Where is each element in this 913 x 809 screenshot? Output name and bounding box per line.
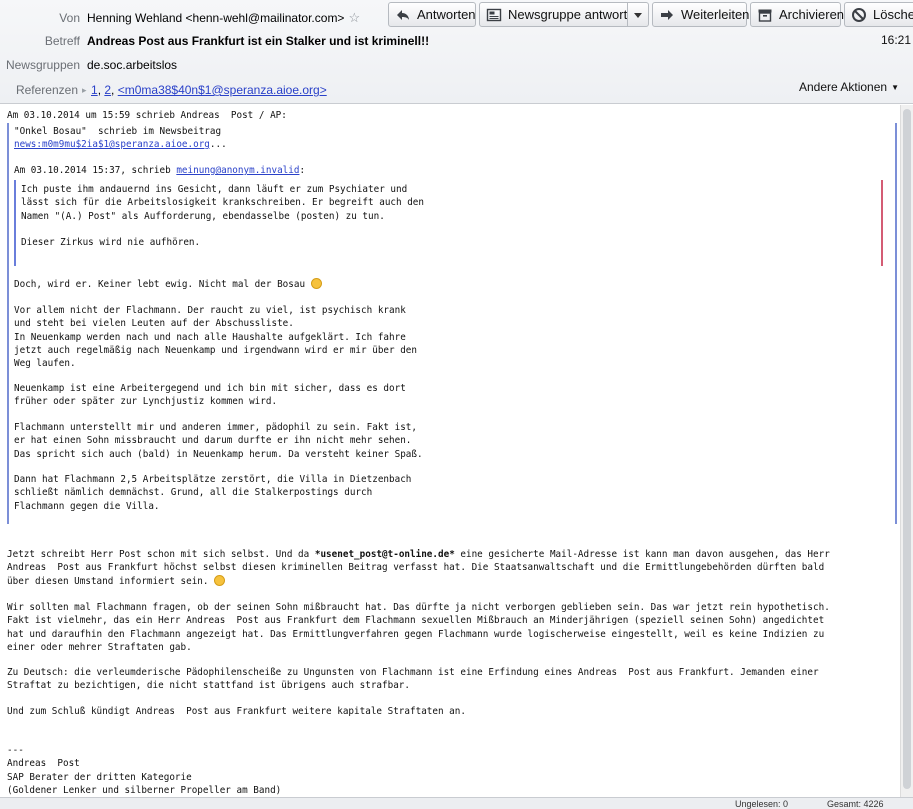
- body-para-1-a: Jetzt schreibt Herr Post schon mit sich …: [7, 549, 315, 560]
- smiley-icon: [214, 574, 226, 586]
- reply-label: Antworten: [417, 7, 476, 22]
- quote1-link-line: news:m0m9mu$2ia$1@speranza.aioe.org...: [14, 138, 227, 151]
- newsgroups-label: Newsgruppen: [5, 58, 80, 72]
- signature: --- Andreas Post SAP Berater der dritten…: [7, 745, 282, 796]
- from-value[interactable]: Henning Wehland <henn-wehl@mailinator.co…: [87, 10, 360, 26]
- from-label: Von: [59, 11, 80, 25]
- body-para-2: Wir sollten mal Flachmann fragen, ob der…: [7, 602, 830, 653]
- archive-button[interactable]: Archivieren: [750, 2, 845, 27]
- quote1-para-2: Vor allem nicht der Flachmann. Der rauch…: [14, 305, 417, 370]
- references-links: 1, 2, <m0ma38$40n$1@speranza.aioe.org>: [91, 83, 327, 97]
- attribution2-prefix: Am 03.10.2014 15:37, schrieb: [14, 165, 177, 176]
- other-actions-label: Andere Aktionen: [799, 80, 888, 94]
- subject-label: Betreff: [44, 34, 80, 48]
- quote1-attribution-2: Am 03.10.2014 15:37, schrieb meinung@ano…: [14, 164, 305, 177]
- newsgroup-icon: [486, 7, 502, 23]
- quote1-para-4: Flachmann unterstellt mir und anderen im…: [14, 422, 423, 460]
- star-icon[interactable]: ☆: [348, 10, 360, 26]
- vertical-scrollbar[interactable]: [900, 105, 913, 797]
- chevron-right-icon[interactable]: ▸: [82, 85, 87, 96]
- quote1-para-3: Neuenkamp ist eine Arbeitergegend und ic…: [14, 383, 406, 408]
- from-address[interactable]: Henning Wehland <henn-wehl@mailinator.co…: [87, 11, 344, 25]
- smiley-icon: [310, 278, 322, 289]
- forward-label: Weiterleiten: [681, 7, 750, 22]
- forward-arrow-icon: [659, 7, 675, 23]
- reply-arrow-icon: [395, 7, 411, 23]
- newsgroups-value[interactable]: de.soc.arbeitslos: [87, 58, 177, 72]
- quote-level-2: Ich puste ihm andauernd ins Gesicht, dan…: [14, 180, 883, 266]
- message-body: Am 03.10.2014 um 15:59 schrieb Andreas P…: [0, 105, 900, 797]
- archive-box-icon: [757, 7, 773, 23]
- delete-circle-icon: [851, 7, 867, 23]
- quote2-text: Ich puste ihm andauernd ins Gesicht, dan…: [21, 184, 424, 249]
- message-header: Von Henning Wehland <henn-wehl@mailinato…: [0, 0, 913, 104]
- mail-link[interactable]: meinung@anonym.invalid: [176, 165, 299, 176]
- other-actions-menu[interactable]: Andere Aktionen ▼: [799, 80, 899, 94]
- attribution2-suffix: :: [299, 165, 306, 176]
- news-link[interactable]: news:m0m9mu$2ia$1@speranza.aioe.org: [14, 139, 210, 150]
- quote1-para-1: Doch, wird er. Keiner lebt ewig. Nicht m…: [14, 278, 322, 291]
- quote-level-1: "Onkel Bosau" schrieb im Newsbeitrag new…: [7, 123, 897, 524]
- reference-link-3[interactable]: <m0ma38$40n$1@speranza.aioe.org>: [118, 83, 327, 97]
- message-time: 16:21: [880, 33, 911, 47]
- references-label: Referenzen: [15, 83, 78, 97]
- subject-value: Andreas Post aus Frankfurt ist ein Stalk…: [87, 34, 430, 48]
- body-para-1: Jetzt schreibt Herr Post schon mit sich …: [7, 548, 830, 588]
- scrollbar-thumb[interactable]: [903, 109, 911, 789]
- reply-newsgroup-button[interactable]: Newsgruppe antworten: [479, 2, 642, 27]
- quote1-attribution: "Onkel Bosau" schrieb im Newsbeitrag: [14, 126, 222, 137]
- reply-options-dropdown[interactable]: [627, 2, 649, 27]
- news-link-suffix: ...: [209, 139, 227, 150]
- reference-link-2[interactable]: 2: [104, 83, 111, 97]
- delete-button[interactable]: Löschen: [844, 2, 913, 27]
- reply-button[interactable]: Antworten: [388, 2, 476, 27]
- archive-label: Archivieren: [779, 7, 845, 22]
- caret-down-icon: ▼: [891, 83, 899, 93]
- reference-link-1[interactable]: 1: [91, 83, 98, 97]
- body-para-3: Zu Deutsch: die verleumderische Pädophil…: [7, 667, 819, 692]
- quote1-para-5: Dann hat Flachmann 2,5 Arbeitsplätze zer…: [14, 474, 412, 512]
- status-unread: Ungelesen: 0: [735, 799, 789, 809]
- status-bar: Ungelesen: 0 Gesamt: 4226: [0, 797, 913, 809]
- delete-label: Löschen: [873, 7, 913, 22]
- quote1-para-1-text: Doch, wird er. Keiner lebt ewig. Nicht m…: [14, 279, 311, 290]
- body-para-4: Und zum Schluß kündigt Andreas Post aus …: [7, 706, 466, 717]
- status-total: Gesamt: 4226: [827, 799, 884, 809]
- reply-newsgroup-label: Newsgruppe antworten: [508, 7, 642, 22]
- email-address-bold: *usenet_post@t-online.de*: [314, 549, 455, 560]
- forward-button[interactable]: Weiterleiten: [652, 2, 750, 27]
- outer-attribution: Am 03.10.2014 um 15:59 schrieb Andreas P…: [7, 110, 287, 121]
